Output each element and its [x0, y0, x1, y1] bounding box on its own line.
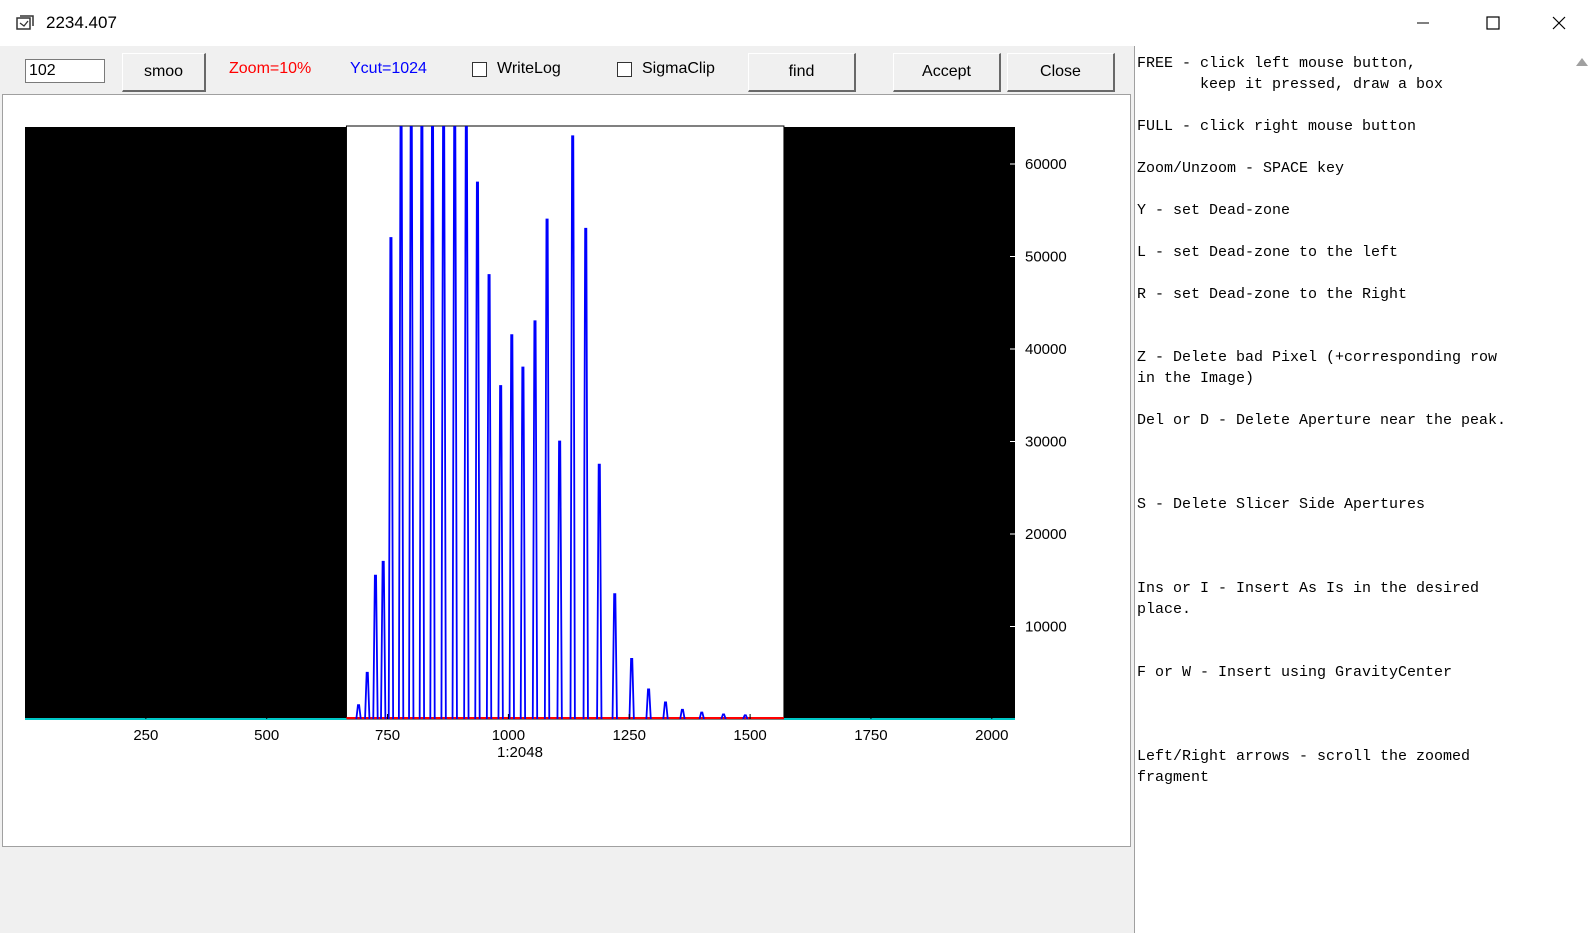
- y-tick-label: 20000: [1025, 526, 1067, 543]
- help-line: R - set Dead-zone to the Right: [1137, 286, 1408, 303]
- y-tick-label: 10000: [1025, 619, 1067, 636]
- value-input[interactable]: [25, 59, 105, 83]
- x-tick-label: 1750: [854, 727, 887, 744]
- help-text: FREE - click left mouse button, keep it …: [1137, 53, 1567, 788]
- help-line: place.: [1137, 601, 1192, 618]
- help-scrollbar[interactable]: [1572, 50, 1592, 930]
- help-line: in the Image): [1137, 370, 1255, 387]
- close-window-button[interactable]: [1524, 0, 1594, 46]
- sigmaclip-checkbox[interactable]: [617, 62, 632, 77]
- x-tick-label: 500: [254, 727, 279, 744]
- minimize-icon: [1417, 22, 1429, 24]
- status-area: [0, 847, 1134, 933]
- help-line: keep it pressed, draw a box: [1137, 76, 1444, 93]
- help-line: Left/Right arrows - scroll the zoomed: [1137, 748, 1471, 765]
- close-button[interactable]: Close: [1007, 53, 1115, 92]
- plot-panel: 10000 20000 30000 40000 50000 60000 250 500 750…: [2, 94, 1131, 847]
- window-title: 2234.407: [46, 13, 117, 32]
- help-line: S - Delete Slicer Side Apertures: [1137, 496, 1426, 513]
- x-tick-label: 1500: [733, 727, 766, 744]
- maximize-button[interactable]: [1458, 0, 1528, 46]
- maximize-icon: [1486, 16, 1500, 30]
- accept-button[interactable]: Accept: [893, 53, 1001, 92]
- x-tick-label: 1250: [613, 727, 646, 744]
- help-line: FULL - click right mouse button: [1137, 118, 1417, 135]
- spectrum-plot[interactable]: 10000 20000 30000 40000 50000 60000 250 500 750…: [3, 95, 1130, 846]
- help-line: Ins or I - Insert As Is in the desired: [1137, 580, 1480, 597]
- y-tick-label: 50000: [1025, 249, 1067, 266]
- help-line: Z - Delete bad Pixel (+corresponding row: [1137, 349, 1498, 366]
- help-line: Zoom/Unzoom - SPACE key: [1137, 160, 1345, 177]
- close-icon: [1552, 16, 1566, 30]
- help-line: FREE - click left mouse button,: [1137, 55, 1417, 72]
- x-tick-label: 250: [133, 727, 158, 744]
- help-line: F or W - Insert using GravityCenter: [1137, 664, 1453, 681]
- help-line: Y - set Dead-zone: [1137, 202, 1291, 219]
- zoom-label: Zoom=10%: [229, 60, 312, 77]
- scroll-up-icon[interactable]: [1576, 58, 1588, 66]
- writelog-label: WriteLog: [497, 60, 561, 77]
- ycut-label: Ycut=1024: [350, 60, 427, 77]
- help-line: L - set Dead-zone to the left: [1137, 244, 1399, 261]
- y-tick-label: 40000: [1025, 341, 1067, 358]
- title-bar: 2234.407: [0, 0, 1594, 46]
- help-line: fragment: [1137, 769, 1210, 786]
- y-tick-label: 60000: [1025, 156, 1067, 173]
- find-button[interactable]: find: [748, 53, 856, 92]
- y-tick-label: 30000: [1025, 434, 1067, 451]
- x-axis-label: 1:2048: [497, 744, 543, 761]
- x-tick-label: 2000: [975, 727, 1008, 744]
- x-tick-label: 750: [375, 727, 400, 744]
- writelog-checkbox[interactable]: [472, 62, 487, 77]
- minimize-button[interactable]: [1388, 0, 1458, 46]
- app-icon: [16, 15, 34, 30]
- help-line: Del or D - Delete Aperture near the peak…: [1137, 412, 1507, 429]
- x-tick-label: 1000: [492, 727, 525, 744]
- sigmaclip-label: SigmaClip: [642, 60, 715, 77]
- smoo-button[interactable]: smoo: [122, 53, 206, 92]
